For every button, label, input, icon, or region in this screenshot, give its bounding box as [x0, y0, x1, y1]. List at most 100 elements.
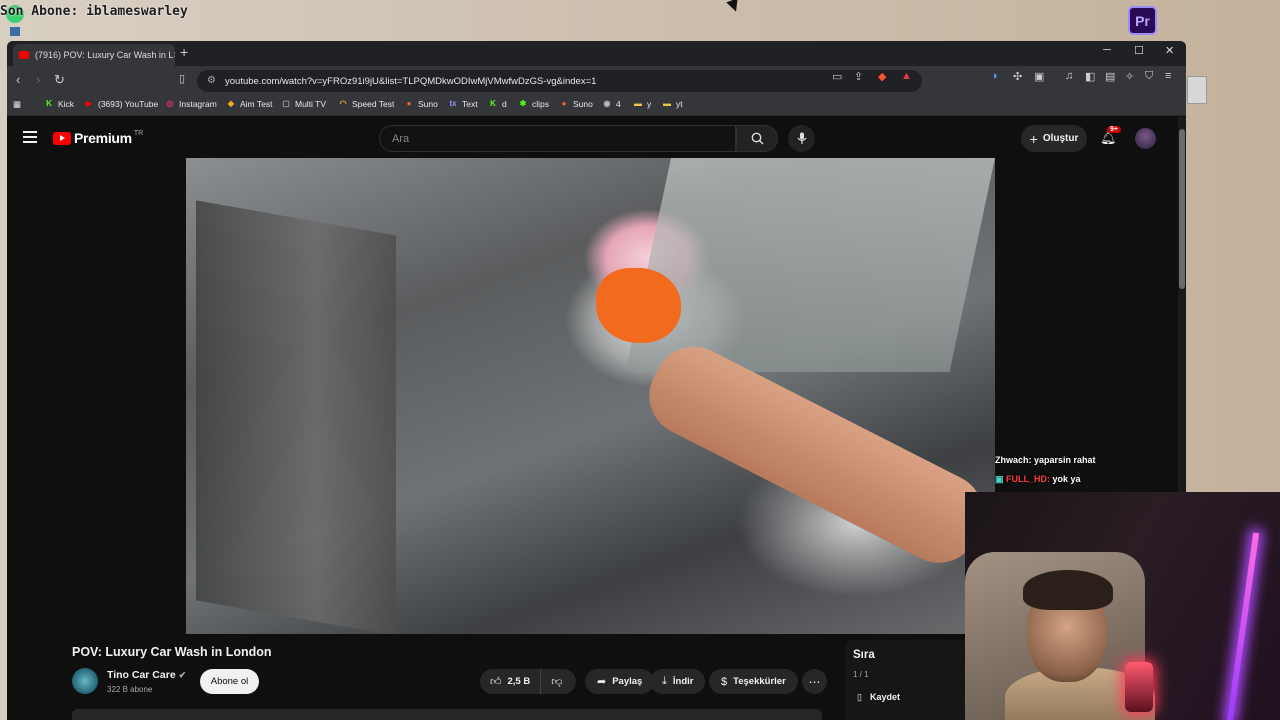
- bookmark-icon[interactable]: ▯: [179, 72, 185, 85]
- instagram-icon: ◎: [166, 99, 174, 108]
- bookmark-text[interactable]: tx Text: [448, 99, 477, 109]
- guide-menu-icon[interactable]: [23, 131, 37, 146]
- bookmark-d[interactable]: Kd: [488, 99, 507, 109]
- reload-icon[interactable]: ↻: [54, 72, 65, 88]
- thumbs-down-icon: 👎︎: [551, 676, 563, 688]
- aim-test-icon: ◆: [227, 99, 235, 108]
- account-avatar[interactable]: [1135, 128, 1156, 149]
- forward-icon[interactable]: ›: [36, 72, 40, 87]
- webcam-neon-light: [1226, 532, 1260, 720]
- share-arrow-icon: ➦: [597, 676, 607, 688]
- channel-name[interactable]: Tino Car Care ✔: [107, 669, 186, 681]
- logo-text: Premium: [74, 130, 132, 146]
- bookmark-suno-2[interactable]: ● Suno: [559, 99, 593, 109]
- youtube-icon: ▶: [85, 99, 93, 108]
- chat-text: yok ya: [1050, 474, 1081, 484]
- search-placeholder: Ara: [392, 132, 410, 145]
- queue-save-button[interactable]: ▯ Kaydet: [857, 692, 900, 703]
- youtube-play-icon: [53, 131, 71, 145]
- download-button[interactable]: ⤓ İndir: [650, 669, 706, 694]
- verified-icon: ✔: [178, 670, 187, 680]
- notifications-badge: 9+: [1107, 126, 1121, 133]
- bookmark-suno[interactable]: ● Suno: [404, 99, 438, 109]
- bookmark-clips[interactable]: ✱ clips: [518, 99, 549, 109]
- tab-close-icon[interactable]: ×: [173, 50, 175, 61]
- like-button[interactable]: 👍︎ 2,5 B: [480, 669, 542, 694]
- bookmark-aim-test[interactable]: ◆ Aim Test: [226, 99, 273, 109]
- scrollbar-thumb[interactable]: [1179, 129, 1185, 289]
- extensions-icon[interactable]: ✣: [1013, 70, 1022, 83]
- bookmark-folder-yt[interactable]: ▬ yt: [662, 99, 683, 109]
- menu-icon[interactable]: ≡: [1165, 70, 1171, 82]
- webcam-rgb-light: [1125, 662, 1153, 712]
- more-actions-icon[interactable]: ⋯: [802, 669, 827, 694]
- premiere-pro-icon[interactable]: Pr: [1128, 6, 1157, 35]
- youtube-favicon-icon: [19, 51, 29, 59]
- chat-message: ▣ FULL_HD: yok ya: [995, 474, 1096, 485]
- create-label: Oluştur: [1042, 133, 1079, 144]
- brave-rewards-icon[interactable]: ▲: [901, 70, 912, 82]
- bookmark-speed-test[interactable]: ◠ Speed Test: [338, 99, 395, 109]
- bookmark-4[interactable]: ◉ 4: [602, 99, 621, 109]
- site-info-icon[interactable]: ⚙: [207, 75, 216, 86]
- wallet-icon[interactable]: ▤: [1105, 70, 1115, 83]
- search-icon: [751, 132, 763, 145]
- bookmark-label: Aim Test: [240, 99, 273, 109]
- maximize-button[interactable]: ☐: [1134, 44, 1144, 57]
- logo-region: TR: [133, 129, 144, 137]
- queue-panel: Sıra 1 / 1 ▯ Kaydet: [845, 640, 975, 720]
- bookmark-kick[interactable]: K Kick: [44, 99, 74, 109]
- back-icon[interactable]: ‹: [16, 72, 20, 87]
- bookmark-instagram[interactable]: ◎ Instagram: [165, 99, 217, 109]
- bookmark-label: clips: [532, 99, 550, 109]
- vpn-icon[interactable]: ⛉: [1145, 70, 1153, 83]
- download-label: İndir: [672, 676, 694, 687]
- media-icon[interactable]: ♫: [1065, 70, 1073, 82]
- bookmark-multi-tv[interactable]: ▢ Multi TV: [281, 99, 326, 109]
- bookmark-folder-y[interactable]: ▬ y: [633, 99, 651, 109]
- folder-icon: ▬: [663, 99, 671, 108]
- bookmark-label: 4: [616, 99, 621, 109]
- youtube-premium-logo[interactable]: Premium TR: [53, 130, 143, 146]
- plus-icon: +: [1029, 130, 1038, 147]
- brave-shield-icon[interactable]: ◆: [878, 70, 886, 83]
- search-button[interactable]: [736, 125, 778, 152]
- leo-ai-icon[interactable]: ✧: [1125, 70, 1134, 83]
- queue-count: 1 / 1: [853, 670, 869, 679]
- share-button[interactable]: ➦ Paylaş: [585, 669, 655, 694]
- url-text: youtube.com/watch?v=yFROz91i9jU&list=TLP…: [225, 75, 597, 87]
- tab-youtube[interactable]: (7916) POV: Luxury Car Wash in L ×: [13, 44, 175, 66]
- close-window-button[interactable]: ✕: [1165, 44, 1174, 57]
- search-input[interactable]: Ara: [379, 125, 736, 152]
- video-player[interactable]: [186, 158, 995, 634]
- bookmark-label: Kick: [58, 99, 75, 109]
- desktop-window-thumbnail[interactable]: [1187, 76, 1207, 104]
- globe-icon: ◉: [603, 99, 611, 108]
- minimize-button[interactable]: ─: [1103, 44, 1111, 56]
- chat-username: FULL_HD:: [1006, 474, 1051, 484]
- voice-search-button[interactable]: [788, 125, 815, 152]
- channel-avatar[interactable]: [72, 668, 98, 694]
- text-icon: tx: [449, 99, 457, 108]
- description-box[interactable]: [72, 709, 822, 720]
- dislike-button[interactable]: 👎︎: [541, 669, 572, 694]
- subscribe-button[interactable]: Abone ol: [200, 669, 259, 694]
- create-button[interactable]: + Oluştur: [1021, 125, 1087, 152]
- new-tab-button[interactable]: +: [180, 44, 188, 60]
- sidebar-icon[interactable]: ◧: [1085, 70, 1095, 83]
- bookmark-youtube[interactable]: ▶ (3693) YouTube: [84, 99, 158, 109]
- video-glove: [596, 268, 681, 343]
- share-icon[interactable]: ⇪: [854, 70, 863, 83]
- webcam-streamer-hair: [1023, 570, 1113, 610]
- thanks-button[interactable]: $ Teşekkürler: [709, 669, 798, 694]
- install-app-icon[interactable]: ▭: [832, 70, 842, 83]
- browser-toolbar: ‹ › ↻ ▯ ⚙ youtube.com/watch?v=yFROz91i9j…: [7, 66, 1186, 96]
- suno-icon: ●: [561, 99, 567, 108]
- apps-grid-icon[interactable]: ▦: [13, 99, 21, 110]
- stream-chat-overlay: Zhwach: yaparsin rahat ▣ FULL_HD: yok ya: [995, 455, 1096, 494]
- screenshot-icon[interactable]: ▣: [1034, 70, 1044, 83]
- chat-text: yaparsin rahat: [1031, 455, 1096, 465]
- video-reflection: [196, 200, 396, 634]
- address-bar[interactable]: ⚙ youtube.com/watch?v=yFROz91i9jU&list=T…: [197, 70, 922, 92]
- audio-playing-icon[interactable]: ◗: [992, 70, 999, 82]
